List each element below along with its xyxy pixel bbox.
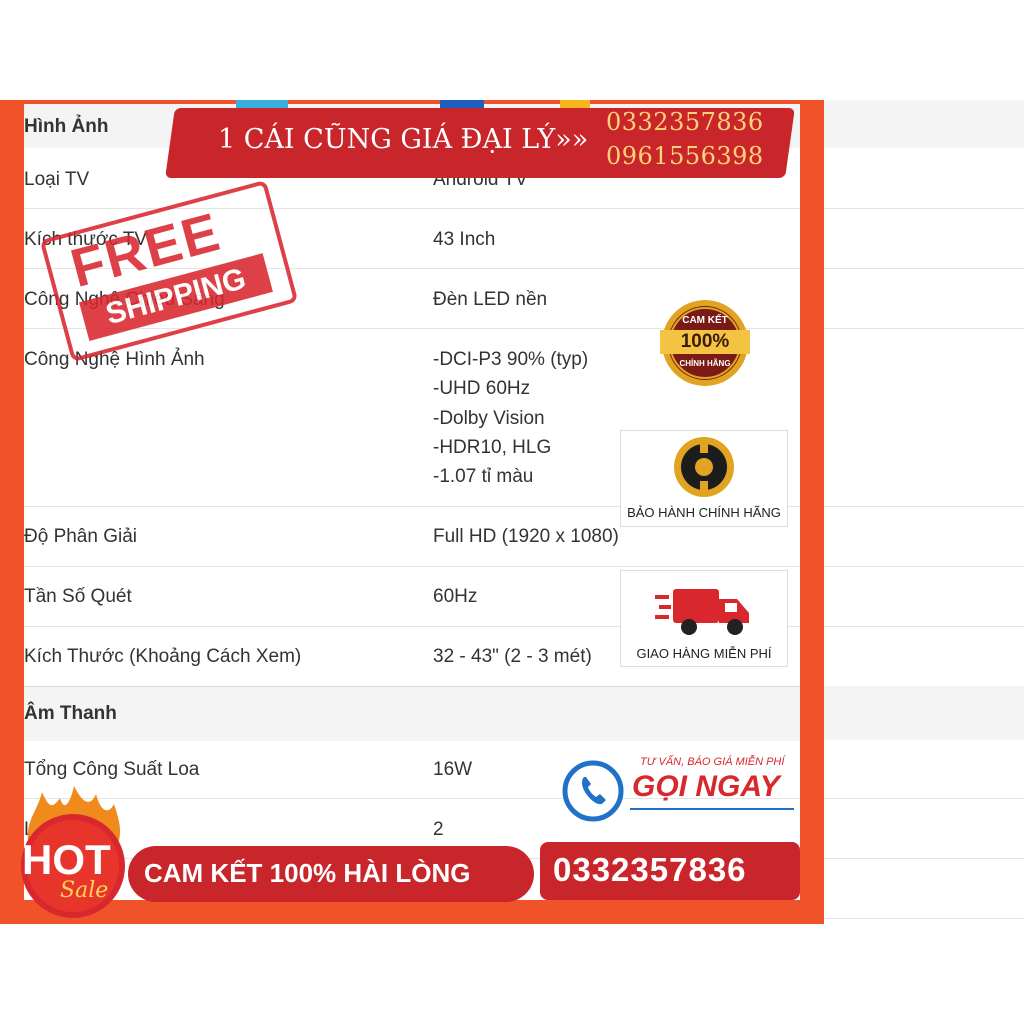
value-viewing-distance: 32 - 43" (2 - 3 mét): [433, 646, 592, 667]
label-tv-type: Loại TV: [24, 169, 90, 190]
row-divider: [824, 626, 1024, 627]
value-refresh-rate: 60Hz: [433, 586, 478, 607]
warranty-gear-icon: [674, 437, 734, 497]
row-divider: [824, 918, 1024, 919]
value-picture-tech-1: -DCI-P3 90% (typ): [433, 349, 589, 370]
delivery-caption: GIAO HÀNG MIỄN PHÍ: [636, 646, 772, 661]
sale-text: Sale: [60, 878, 109, 903]
row-divider: [824, 798, 1024, 799]
free-delivery-badge: GIAO HÀNG MIỄN PHÍ: [620, 570, 788, 667]
warranty-caption: BẢO HÀNH CHÍNH HÃNG: [627, 505, 781, 520]
value-speaker-power: 16W: [433, 759, 473, 780]
label-speaker-power: Tổng Công Suất Loa: [24, 759, 200, 780]
call-tagline: TƯ VẤN, BÁO GIÁ MIỄN PHÍ: [640, 756, 785, 768]
value-picture-tech-3: -Dolby Vision: [433, 408, 545, 429]
decor-strip: [560, 100, 590, 108]
row-divider: [824, 268, 1024, 269]
row-divider: [24, 208, 800, 209]
row-divider: [824, 328, 1024, 329]
badge-bottom-text: CHÍNH HÃNG: [679, 359, 731, 368]
bottom-promo-text: CAM KẾT 100% HÀI LÒNG: [144, 858, 471, 888]
delivery-truck-icon: [655, 589, 749, 635]
warranty-badge: BẢO HÀNH CHÍNH HÃNG: [620, 430, 788, 527]
badge-top-text: CAM KẾT: [682, 315, 728, 326]
bottom-phone-number[interactable]: 0332357836: [553, 851, 747, 889]
value-picture-tech-2: -UHD 60Hz: [433, 378, 531, 399]
value-speakers: 2: [433, 819, 444, 840]
top-promo-text: 1 CÁI CŨNG GIÁ ĐẠI LÝ»»: [218, 124, 589, 155]
row-divider: [824, 506, 1024, 507]
row-divider: [24, 566, 800, 567]
section-title-sound: Âm Thanh: [24, 703, 117, 724]
call-now-block[interactable]: TƯ VẤN, BÁO GIÁ MIỄN PHÍ GỌI NGAY: [560, 756, 800, 826]
genuine-100-badge: CAM KẾT 100% CHÍNH HÃNG: [648, 298, 762, 388]
value-lighting-tech: Đèn LED nền: [433, 289, 548, 310]
section-header-sound: [24, 686, 800, 741]
phone-icon: [562, 760, 624, 822]
spec-table-right-edge: [824, 100, 1024, 922]
call-now-text[interactable]: GỌI NGAY: [632, 770, 780, 804]
decor-strip: [236, 100, 288, 108]
label-viewing-distance: Kích Thước (Khoảng Cách Xem): [24, 646, 302, 667]
hot-sale-badge: HOT Sale: [8, 780, 138, 920]
badge-percent-text: 100%: [680, 331, 730, 352]
hot-text: HOT: [22, 836, 111, 883]
call-underline: [630, 808, 794, 810]
value-picture-tech-5: -1.07 tỉ màu: [433, 466, 534, 487]
value-resolution: Full HD (1920 x 1080): [433, 526, 619, 547]
hotline-phone-1[interactable]: 0332357836: [606, 108, 764, 136]
label-refresh-rate: Tần Số Quét: [24, 586, 132, 607]
decor-strip: [440, 100, 484, 108]
label-picture-tech: Công Nghệ Hình Ảnh: [24, 349, 205, 370]
section-header-band: [824, 100, 1024, 148]
value-picture-tech-4: -HDR10, HLG: [433, 437, 552, 458]
value-tv-size: 43 Inch: [433, 229, 496, 250]
row-divider: [824, 208, 1024, 209]
label-resolution: Độ Phân Giải: [24, 526, 138, 547]
section-header-band: [824, 686, 1024, 740]
row-divider: [824, 566, 1024, 567]
section-title-picture: Hình Ảnh: [24, 116, 109, 137]
hotline-phone-2[interactable]: 0961556398: [606, 142, 764, 170]
row-divider: [824, 858, 1024, 859]
